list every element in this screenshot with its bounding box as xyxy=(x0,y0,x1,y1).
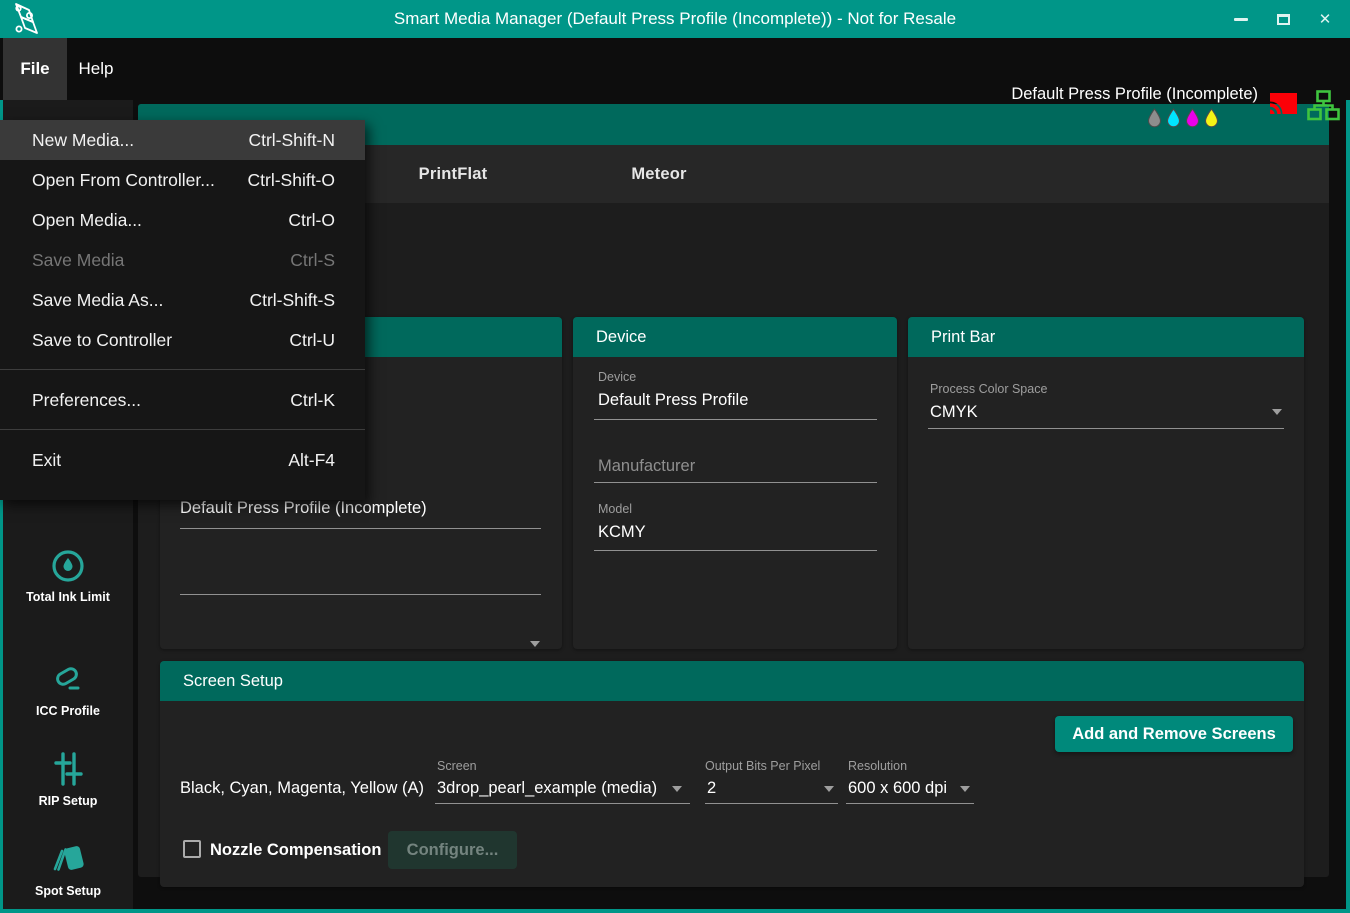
process-color-space-dropdown-arrow-icon[interactable] xyxy=(1272,409,1282,415)
title-bar: Smart Media Manager (Default Press Profi… xyxy=(0,0,1350,38)
ink-drop-cyan-icon xyxy=(1165,108,1182,129)
sidebar-item-rip-setup[interactable]: RIP Setup xyxy=(3,750,133,808)
print-bar-card-header: Print Bar xyxy=(908,317,1304,357)
tab-printflat[interactable]: PrintFlat xyxy=(350,145,556,203)
shortcut: Ctrl-Shift-N xyxy=(248,130,335,151)
screen-setup-card-header: Screen Setup xyxy=(160,661,1304,701)
nozzle-compensation-checkbox[interactable] xyxy=(183,840,201,858)
device-card-header: Device xyxy=(573,317,897,357)
sidebar-item-total-ink-limit[interactable]: Total Ink Limit xyxy=(3,548,133,604)
menu-item-exit[interactable]: Exit Alt-F4 xyxy=(0,440,365,480)
add-remove-screens-button[interactable]: Add and Remove Screens xyxy=(1055,716,1293,752)
process-color-space-label: Process Color Space xyxy=(930,382,1047,396)
resolution-label: Resolution xyxy=(848,759,907,773)
shortcut: Ctrl-S xyxy=(290,250,335,271)
output-bits-dropdown-arrow-icon[interactable] xyxy=(824,786,834,792)
menu-separator xyxy=(0,369,365,370)
shortcut: Ctrl-K xyxy=(290,390,335,411)
network-status-icon[interactable] xyxy=(1307,90,1340,121)
window-title: Smart Media Manager (Default Press Profi… xyxy=(0,0,1350,38)
channel-group-label: Black, Cyan, Magenta, Yellow (A) xyxy=(180,779,424,798)
device-field[interactable]: Default Press Profile xyxy=(598,391,748,410)
configure-button: Configure... xyxy=(388,831,517,869)
menu-item-save-media-as[interactable]: Save Media As... Ctrl-Shift-S xyxy=(0,280,365,320)
ink-drop-magenta-icon xyxy=(1184,108,1201,129)
output-bits-dropdown[interactable]: 2 xyxy=(707,779,716,798)
ink-drop-yellow-icon xyxy=(1203,108,1220,129)
shortcut: Alt-F4 xyxy=(288,450,335,471)
file-menu-dropdown: New Media... Ctrl-Shift-N Open From Cont… xyxy=(0,120,365,500)
resolution-dropdown-arrow-icon[interactable] xyxy=(960,786,970,792)
sidebar-item-label: ICC Profile xyxy=(3,704,133,718)
hidden-dropdown-arrow-icon[interactable] xyxy=(530,641,540,647)
menu-item-save-to-controller[interactable]: Save to Controller Ctrl-U xyxy=(0,320,365,360)
tab-meteor[interactable]: Meteor xyxy=(556,145,762,203)
sidebar-item-label: Spot Setup xyxy=(3,884,133,898)
rip-setup-icon xyxy=(50,750,86,788)
menu-item-open-from-controller[interactable]: Open From Controller... Ctrl-Shift-O xyxy=(0,160,365,200)
maximize-button[interactable] xyxy=(1262,0,1304,38)
close-button[interactable]: ✕ xyxy=(1304,0,1346,38)
manufacturer-field[interactable]: Manufacturer xyxy=(598,457,695,476)
menu-separator xyxy=(0,429,365,430)
screen-dropdown-label: Screen xyxy=(437,759,477,773)
menu-item-save-media: Save Media Ctrl-S xyxy=(0,240,365,280)
resolution-dropdown[interactable]: 600 x 600 dpi xyxy=(848,779,947,798)
sidebar-item-spot-setup[interactable]: Spot Setup xyxy=(3,840,133,898)
process-color-space-dropdown[interactable]: CMYK xyxy=(930,403,978,422)
sidebar-item-label: Total Ink Limit xyxy=(3,590,133,604)
total-ink-limit-icon xyxy=(50,548,86,584)
menu-bar: File Help Default Press Profile (Incompl… xyxy=(0,38,1350,100)
cast-status-icon[interactable] xyxy=(1269,92,1298,118)
sidebar-item-icc-profile[interactable]: ICC Profile xyxy=(3,660,133,718)
menu-item-open-media[interactable]: Open Media... Ctrl-O xyxy=(0,200,365,240)
menu-file[interactable]: File xyxy=(3,38,67,100)
sidebar-item-label: RIP Setup xyxy=(3,794,133,808)
output-bits-label: Output Bits Per Pixel xyxy=(705,759,820,773)
spot-setup-icon xyxy=(49,840,87,878)
nozzle-compensation-label: Nozzle Compensation xyxy=(210,841,381,860)
device-card: Device Device Default Press Profile Manu… xyxy=(573,317,897,649)
print-bar-card: Print Bar Process Color Space CMYK xyxy=(908,317,1304,649)
app-window: Smart Media Manager (Default Press Profi… xyxy=(0,0,1350,913)
device-field-label: Device xyxy=(598,370,636,384)
shortcut: Ctrl-O xyxy=(288,210,335,231)
screen-setup-card: Screen Setup Add and Remove Screens Blac… xyxy=(160,661,1304,887)
icc-profile-icon xyxy=(49,660,87,698)
shortcut: Ctrl-Shift-O xyxy=(248,170,336,191)
screen-dropdown[interactable]: 3drop_pearl_example (media) xyxy=(437,779,657,798)
menu-help[interactable]: Help xyxy=(67,38,125,100)
menu-item-preferences[interactable]: Preferences... Ctrl-K xyxy=(0,380,365,420)
ink-channel-drops xyxy=(1146,108,1220,129)
model-field[interactable]: KCMY xyxy=(598,523,646,542)
active-profile-label: Default Press Profile (Incomplete) xyxy=(1011,85,1258,104)
minimize-button[interactable] xyxy=(1220,0,1262,38)
menu-item-new-media[interactable]: New Media... Ctrl-Shift-N xyxy=(0,120,365,160)
model-field-label: Model xyxy=(598,502,632,516)
screen-dropdown-arrow-icon[interactable] xyxy=(672,786,682,792)
media-name-field[interactable]: Default Press Profile (Incomplete) xyxy=(180,499,427,518)
shortcut: Ctrl-Shift-S xyxy=(249,290,335,311)
ink-drop-gray-icon xyxy=(1146,108,1163,129)
shortcut: Ctrl-U xyxy=(289,330,335,351)
